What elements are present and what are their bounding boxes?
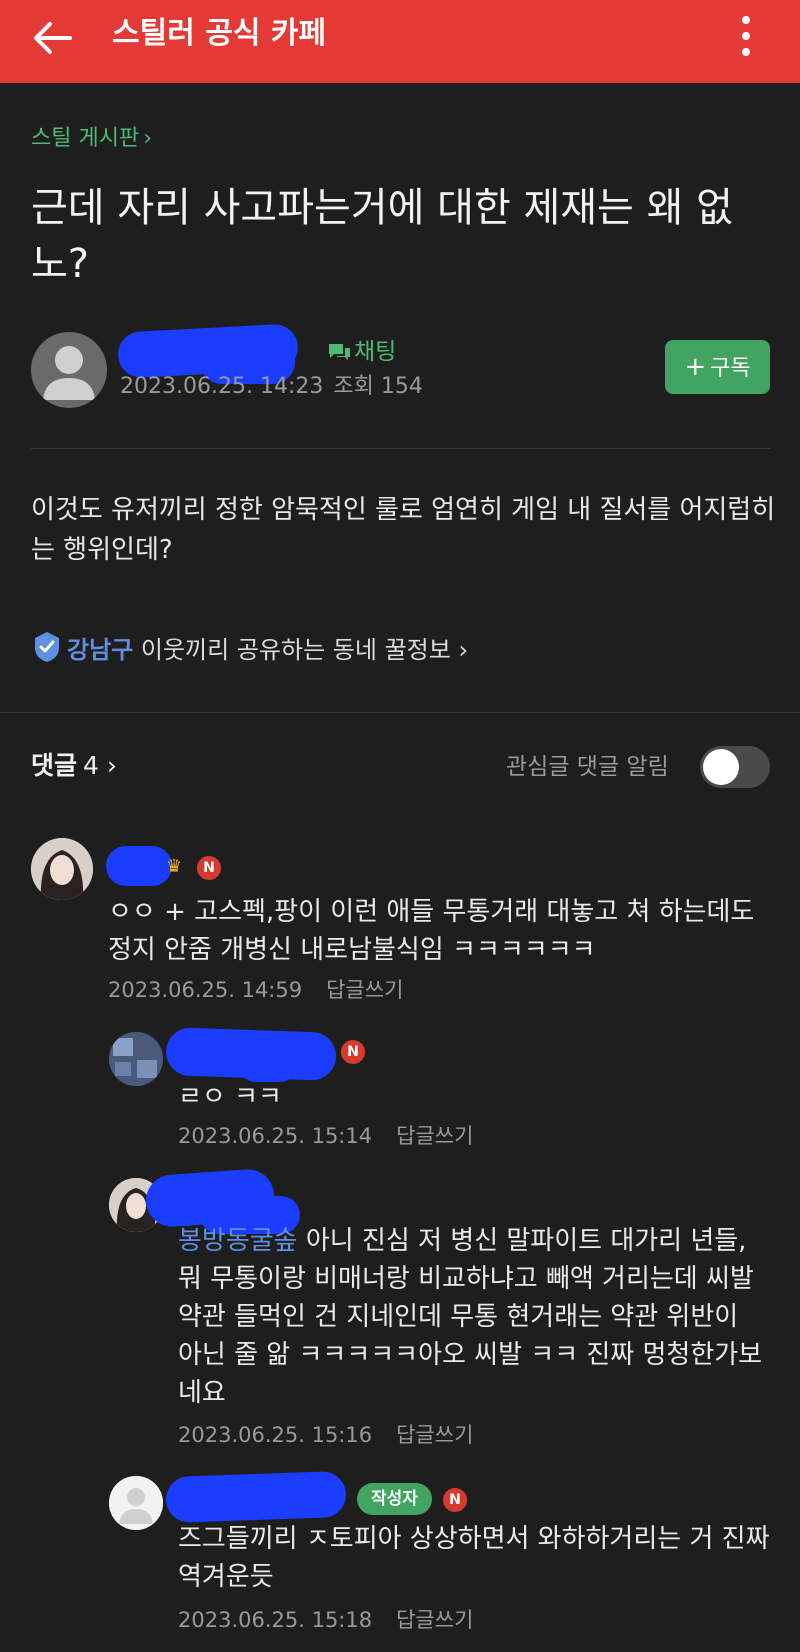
commenter-name-redaction-2 xyxy=(238,1046,298,1082)
reply-button[interactable]: 답글쓰기 xyxy=(396,1124,473,1148)
reply-button[interactable]: 답글쓰기 xyxy=(326,978,403,1002)
comment-avatar[interactable] xyxy=(109,1032,163,1086)
comment-date: 2023.06.25. 15:14 xyxy=(178,1124,373,1148)
notify-label: 관심글 댓글 알림 xyxy=(506,754,669,780)
author-badge: 작성자 xyxy=(357,1483,432,1515)
comments-label: 댓글 xyxy=(31,751,78,780)
comment-avatar[interactable] xyxy=(31,838,93,900)
back-arrow-icon[interactable] xyxy=(30,16,74,60)
comment-meta: 2023.06.25. 15:18 답글쓰기 xyxy=(178,1605,473,1635)
plus-icon: + xyxy=(684,352,707,382)
cafe-title[interactable]: 스틸러 공식 카페 xyxy=(112,14,326,54)
comment-mention[interactable]: 봉방동굴솦 xyxy=(178,1226,298,1256)
local-text: 이웃끼리 공유하는 동네 꿀정보 xyxy=(140,636,451,664)
reply-button[interactable]: 답글쓰기 xyxy=(396,1423,473,1447)
commenter-name-redaction xyxy=(106,846,172,886)
divider xyxy=(31,448,770,449)
section-divider xyxy=(0,712,800,713)
comment-date: 2023.06.25. 14:59 xyxy=(108,978,303,1002)
post-meta: 2023.06.25. 14:23 조회 154 xyxy=(120,372,423,402)
post-body: 이것도 유저끼리 정한 암묵적인 룰로 엄연히 게임 내 질서를 어지럽히는 행… xyxy=(31,495,776,565)
chevron-right-icon: › xyxy=(143,126,153,151)
board-link[interactable]: 스틸 게시판 › xyxy=(31,124,152,154)
comment-avatar[interactable] xyxy=(109,1476,163,1530)
post-title: 근데 자리 사고파는거에 대한 제재는 왜 없노? xyxy=(31,185,733,287)
commenter-name-redaction xyxy=(165,1470,347,1524)
more-vertical-icon[interactable] xyxy=(734,14,758,58)
comment-text: 즈그들끼리 ㅈ토피아 상상하면서 와하하거리는 거 진짜 역겨운듯 xyxy=(178,1524,770,1592)
comments-header[interactable]: 댓글 4 › xyxy=(31,748,117,784)
top-app-bar: 스틸러 공식 카페 xyxy=(0,0,800,83)
comment-meta: 2023.06.25. 15:14 답글쓰기 xyxy=(178,1121,473,1151)
new-badge-icon: N xyxy=(341,1040,365,1064)
post-date: 2023.06.25. 14:23 xyxy=(120,374,324,399)
chevron-right-icon: › xyxy=(458,636,469,664)
location-check-icon xyxy=(35,632,59,662)
comment-meta: 2023.06.25. 15:16 답글쓰기 xyxy=(178,1420,473,1450)
views-label: 조회 xyxy=(333,374,374,399)
subscribe-button[interactable]: + 구독 xyxy=(665,340,770,394)
views-count: 154 xyxy=(380,374,423,399)
new-badge-icon: N xyxy=(443,1488,467,1512)
notify-toggle[interactable] xyxy=(700,746,770,788)
author-avatar[interactable] xyxy=(31,332,107,408)
local-info-link[interactable]: 강남구 이웃끼리 공유하는 동네 꿀정보 › xyxy=(31,630,468,668)
chat-bubble-icon xyxy=(329,344,350,360)
comment-date: 2023.06.25. 15:16 xyxy=(178,1423,373,1447)
comment-text: 봉방동굴솦 아니 진심 저 병신 말파이트 대가리 년들, 뭐 무통이랑 비매너… xyxy=(178,1222,770,1412)
comments-count: 4 xyxy=(83,751,99,780)
reply-button[interactable]: 답글쓰기 xyxy=(396,1608,473,1632)
comment-meta: 2023.06.25. 14:59 답글쓰기 xyxy=(108,975,403,1005)
toggle-knob xyxy=(703,749,739,785)
chat-button[interactable]: 채팅 xyxy=(326,337,396,367)
crown-icon: ♛ xyxy=(166,856,183,877)
chat-label: 채팅 xyxy=(354,339,397,365)
board-name: 스틸 게시판 xyxy=(31,126,140,151)
local-location: 강남구 xyxy=(67,636,134,664)
new-badge-icon: N xyxy=(197,856,221,880)
chevron-right-icon: › xyxy=(106,751,117,780)
comment-date: 2023.06.25. 15:18 xyxy=(178,1608,373,1632)
subscribe-label: 구독 xyxy=(710,356,751,381)
comment-text: ㄹㅇ ㅋㅋ xyxy=(178,1082,282,1112)
comment-text: ㅇㅇ + 고스펙,팡이 이런 애들 무통거래 대놓고 쳐 하는데도 정지 안줌 … xyxy=(108,897,755,965)
